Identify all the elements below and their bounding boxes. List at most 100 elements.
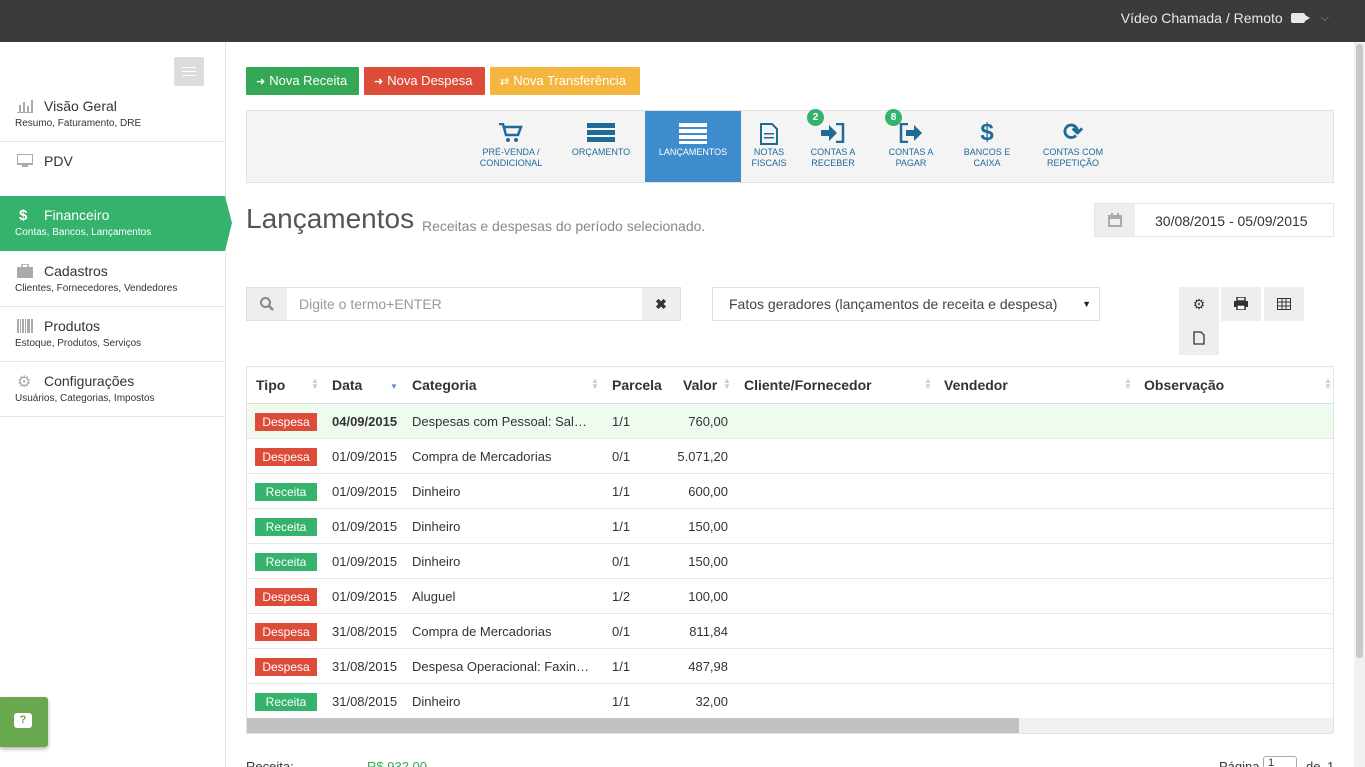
cell-parcela: 1/1 xyxy=(612,484,631,499)
sidebar-item-sublabel: Usuários, Categorias, Impostos xyxy=(15,393,155,404)
column-header-cliente-fornecedor[interactable]: Cliente/Fornecedor xyxy=(744,377,872,393)
sort-icon[interactable]: ▲ ▼ xyxy=(591,377,599,391)
export-table-button[interactable] xyxy=(1264,287,1304,321)
module-label: NOTAS xyxy=(753,147,785,157)
print-icon xyxy=(1234,296,1248,313)
column-header-observacao[interactable]: Observação xyxy=(1144,377,1224,393)
sort-icon[interactable]: ▲ ▼ xyxy=(723,377,731,391)
cell-valor: 150,00 xyxy=(688,554,728,569)
page-select[interactable]: 1 xyxy=(1263,756,1297,767)
module-notas-fiscais[interactable]: NOTAS FISCAIS xyxy=(747,111,791,182)
page-scrollbar-thumb[interactable] xyxy=(1356,44,1363,658)
module-label: CONTAS COM xyxy=(1042,147,1104,157)
module-lancamentos[interactable]: LANÇAMENTOS xyxy=(645,111,741,182)
scrollbar-thumb[interactable] xyxy=(247,718,1019,733)
table-row[interactable]: Despesa 31/08/2015 Compra de Mercadorias… xyxy=(247,614,1333,649)
cell-valor: 811,84 xyxy=(689,624,728,639)
page-scrollbar[interactable] xyxy=(1354,42,1365,767)
sort-icon[interactable]: ▲ ▼ xyxy=(311,377,319,391)
sign-in-icon: ➜ xyxy=(256,76,266,88)
module-contas-a-receber[interactable]: 2 CONTAS A RECEBER xyxy=(803,109,863,182)
question-bubble-icon: ? xyxy=(14,713,32,728)
column-header-valor[interactable]: Valor xyxy=(683,377,717,393)
sidebar-item-pdv[interactable]: PDV xyxy=(0,142,225,197)
sort-icon[interactable]: ▲ ▼ xyxy=(1124,377,1132,391)
module-contas-a-pagar[interactable]: 8 CONTAS A PAGAR xyxy=(881,109,941,182)
cell-parcela: 0/1 xyxy=(612,554,631,569)
module-pre-venda[interactable]: PRÉ-VENDA / CONDICIONAL xyxy=(471,111,551,182)
cell-categoria: Dinheiro xyxy=(412,554,461,569)
module-label: CONTAS A xyxy=(888,147,934,157)
column-header-categoria[interactable]: Categoria xyxy=(412,377,477,393)
module-orcamento[interactable]: ORÇAMENTO xyxy=(561,111,641,182)
export-document-button[interactable] xyxy=(1179,321,1219,355)
top-bar: Vídeo Chamada / Remoto ⌵ xyxy=(0,0,1365,42)
module-label: PAGAR xyxy=(895,158,927,168)
sort-desc-icon[interactable]: ▼ xyxy=(390,378,398,391)
sidebar-item-visao-geral[interactable]: Visão Geral Resumo, Faturamento, DRE xyxy=(0,87,225,142)
settings-button[interactable]: ⚙ xyxy=(1179,287,1219,321)
cell-valor: 32,00 xyxy=(695,694,728,709)
video-call-button[interactable]: Vídeo Chamada / Remoto ⌵ xyxy=(1121,10,1329,26)
nova-despesa-label: Nova Despesa xyxy=(387,73,473,88)
sidebar-item-financeiro[interactable]: $ Financeiro Contas, Bancos, Lançamentos xyxy=(0,196,232,251)
table-icon xyxy=(1277,297,1291,313)
column-header-vendedor[interactable]: Vendedor xyxy=(944,377,1008,393)
clear-search-button[interactable]: ✖ xyxy=(642,288,680,320)
nova-despesa-button[interactable]: ➜ Nova Despesa xyxy=(364,67,485,95)
nova-receita-button[interactable]: ➜ Nova Receita xyxy=(246,67,359,95)
table-row[interactable]: Despesa 31/08/2015 Despesa Operacional: … xyxy=(247,649,1333,684)
monitor-icon xyxy=(16,153,34,170)
menu-toggle-button[interactable] xyxy=(174,57,204,86)
module-bancos-e-caixa[interactable]: $ BANCOS E CAIXA xyxy=(959,111,1015,182)
date-range-picker[interactable]: 30/08/2015 - 05/09/2015 xyxy=(1094,203,1334,237)
help-chat-button[interactable]: ? xyxy=(0,697,48,747)
column-header-tipo[interactable]: Tipo xyxy=(256,377,285,393)
table-row[interactable]: Despesa 04/09/2015 Despesas com Pessoal:… xyxy=(247,404,1333,439)
sidebar-item-cadastros[interactable]: Cadastros Clientes, Fornecedores, Vended… xyxy=(0,252,225,307)
cell-data: 31/08/2015 xyxy=(332,624,398,639)
count-badge: 2 xyxy=(807,109,824,126)
column-header-parcela[interactable]: Parcela xyxy=(612,377,662,393)
module-label: RECEBER xyxy=(811,158,855,168)
sort-icon[interactable]: ▲ ▼ xyxy=(1324,377,1332,391)
table-row[interactable]: Receita 01/09/2015 Dinheiro 0/1 150,00 xyxy=(247,544,1333,579)
horizontal-scrollbar[interactable] xyxy=(247,718,1333,733)
cell-valor: 600,00 xyxy=(688,484,728,499)
module-label: BANCOS E xyxy=(963,147,1011,157)
search-box: ✖ xyxy=(246,287,681,321)
table-row[interactable]: Despesa 01/09/2015 Compra de Mercadorias… xyxy=(247,439,1333,474)
cell-data: 01/09/2015 xyxy=(332,449,398,464)
table-row[interactable]: Receita 31/08/2015 Dinheiro 1/1 32,00 xyxy=(247,684,1333,719)
module-contas-com-repeticao[interactable]: ⟳ CONTAS COM REPETIÇÃO xyxy=(1037,111,1109,182)
module-label: CONTAS A xyxy=(810,147,856,157)
table-row[interactable]: Despesa 01/09/2015 Aluguel 1/2 100,00 xyxy=(247,579,1333,614)
cell-categoria: Aluguel xyxy=(412,589,456,604)
filter-selected-value: Fatos geradores (lançamentos de receita … xyxy=(729,296,1058,312)
sidebar-item-produtos[interactable]: Produtos Estoque, Produtos, Serviços xyxy=(0,307,225,362)
sidebar-item-label: PDV xyxy=(44,153,73,169)
receita-total-value: R$ 932,00 xyxy=(367,759,427,767)
sidebar-item-label: Visão Geral xyxy=(44,98,117,114)
print-button[interactable] xyxy=(1221,287,1261,321)
sidebar-item-configuracoes[interactable]: ⚙ Configurações Usuários, Categorias, Im… xyxy=(0,362,225,417)
table-row[interactable]: Receita 01/09/2015 Dinheiro 1/1 150,00 xyxy=(247,509,1333,544)
module-label: PRÉ-VENDA / xyxy=(482,147,540,157)
search-input[interactable] xyxy=(287,288,643,320)
cell-categoria: Compra de Mercadorias xyxy=(412,624,552,639)
chevron-down-icon[interactable]: ⌵ xyxy=(1321,12,1329,25)
sort-icon[interactable]: ▲ ▼ xyxy=(924,377,932,391)
nova-transferencia-button[interactable]: ⇄ Nova Transferência xyxy=(490,67,640,95)
tipo-badge: Receita xyxy=(255,553,317,571)
sidebar-item-label: Cadastros xyxy=(44,263,108,279)
sign-out-icon: ➜ xyxy=(374,76,384,88)
page-subtitle: Receitas e despesas do período seleciona… xyxy=(422,218,706,234)
gear-icon: ⚙ xyxy=(1192,296,1206,312)
column-header-data[interactable]: Data xyxy=(332,377,362,393)
module-label: FISCAIS xyxy=(751,158,787,168)
table-row[interactable]: Receita 01/09/2015 Dinheiro 1/1 600,00 xyxy=(247,474,1333,509)
cell-parcela: 1/1 xyxy=(612,659,631,674)
filter-select[interactable]: Fatos geradores (lançamentos de receita … xyxy=(712,287,1100,321)
nova-transferencia-label: Nova Transferência xyxy=(513,73,626,88)
sidebar: Visão Geral Resumo, Faturamento, DRE PDV… xyxy=(0,42,232,767)
